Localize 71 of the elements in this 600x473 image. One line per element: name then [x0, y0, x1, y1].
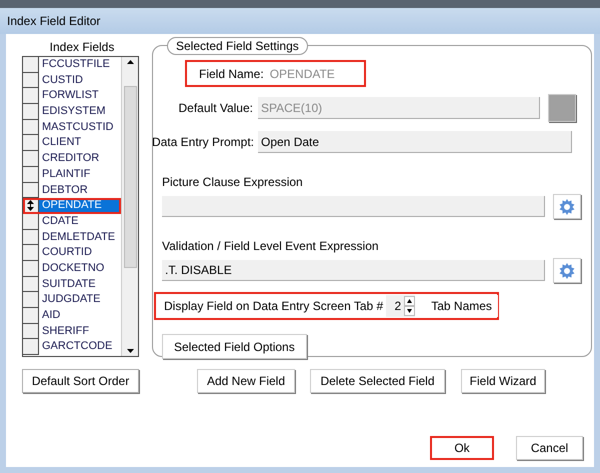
validation-label: Validation / Field Level Event Expression — [162, 239, 379, 253]
selected-field-options-button[interactable]: Selected Field Options — [162, 334, 307, 359]
row-selector[interactable] — [23, 104, 39, 120]
settings-icon — [558, 262, 576, 280]
row-selector[interactable] — [23, 260, 39, 277]
cancel-button[interactable]: Cancel — [516, 436, 583, 460]
list-item[interactable]: CREDITOR — [39, 151, 121, 167]
default-value-label: Default Value: — [178, 100, 254, 117]
scrollbar[interactable] — [121, 57, 138, 356]
field-wizard-button[interactable]: Field Wizard — [461, 369, 545, 393]
list-item[interactable]: DOCKETNO — [39, 260, 121, 277]
list-item[interactable]: EDISYSTEM — [39, 104, 121, 120]
row-selector[interactable] — [23, 245, 39, 261]
color-button[interactable] — [548, 94, 576, 122]
list-item[interactable]: OPENDATE — [39, 198, 121, 214]
list-label: Index Fields — [50, 40, 114, 54]
row-selector[interactable] — [23, 230, 39, 246]
window-title: Index Field Editor — [7, 13, 100, 30]
spin-down-icon[interactable] — [404, 306, 416, 316]
row-selector[interactable] — [23, 135, 39, 152]
list-item[interactable]: COURTID — [39, 245, 121, 261]
settings-button[interactable] — [553, 258, 581, 283]
row-selector[interactable] — [23, 214, 39, 230]
list-item[interactable]: DEBTOR — [39, 182, 121, 198]
validation-field[interactable]: .T. DISABLE — [162, 260, 545, 281]
ok-button[interactable]: Ok — [430, 436, 494, 460]
updown-arrow-icon — [27, 200, 34, 212]
prompt-label: Data Entry Prompt: — [150, 134, 255, 151]
row-selector[interactable] — [23, 120, 39, 136]
default-sort-order-button[interactable]: Default Sort Order — [22, 369, 139, 393]
row-selector[interactable] — [23, 276, 39, 292]
row-selector[interactable] — [23, 88, 39, 104]
row-selector[interactable] — [23, 151, 39, 167]
list-item[interactable]: JUDGDATE — [39, 292, 121, 308]
list-item[interactable]: CUSTID — [39, 72, 121, 88]
prompt-field[interactable]: Open Date — [258, 131, 572, 153]
row-selector[interactable] — [23, 324, 39, 340]
row-selector[interactable] — [23, 292, 39, 308]
tab-number-spinner[interactable]: 2 — [386, 295, 416, 317]
row-selector[interactable] — [23, 72, 39, 88]
row-selector[interactable] — [23, 57, 39, 73]
scroll-down-icon[interactable] — [126, 348, 134, 354]
list-item[interactable]: FCCUSTFILE — [39, 57, 121, 73]
row-selector[interactable] — [23, 166, 39, 182]
delete-field-button[interactable]: Delete Selected Field — [310, 369, 445, 393]
row-marker[interactable] — [23, 198, 39, 214]
field-name-label: Field Name: — [199, 66, 264, 82]
list-item[interactable]: MASTCUSTID — [39, 120, 121, 136]
row-selector[interactable] — [23, 182, 39, 198]
group-legend: Selected Field Settings — [167, 37, 308, 55]
list-item[interactable]: SUITDATE — [39, 276, 121, 292]
spin-up-icon[interactable] — [404, 296, 416, 306]
list-item[interactable]: DEMLETDATE — [39, 230, 121, 246]
field-name-value: OPENDATE — [270, 66, 335, 82]
row-selector[interactable] — [23, 308, 39, 324]
picture-clause-field[interactable] — [162, 196, 545, 217]
picture-clause-label: Picture Clause Expression — [162, 175, 303, 189]
scrollbar-thumb[interactable] — [124, 86, 136, 268]
list-item[interactable]: CDATE — [39, 214, 121, 230]
list-item[interactable]: AID — [39, 308, 121, 324]
settings-button[interactable] — [553, 194, 581, 219]
list-item[interactable]: FORWLIST — [39, 88, 121, 104]
settings-icon — [558, 198, 576, 216]
list-item[interactable]: PLAINTIF — [39, 166, 121, 182]
row-selector[interactable] — [23, 339, 39, 356]
list-item[interactable]: CLIENT — [39, 135, 121, 152]
scroll-up-icon[interactable] — [126, 59, 134, 65]
tab-number-label: Display Field on Data Entry Screen Tab # — [164, 298, 384, 315]
list-item[interactable]: SHERIFF — [39, 324, 121, 340]
list-item[interactable]: GARCTCODE — [39, 339, 121, 356]
add-new-field-button[interactable]: Add New Field — [197, 369, 295, 393]
